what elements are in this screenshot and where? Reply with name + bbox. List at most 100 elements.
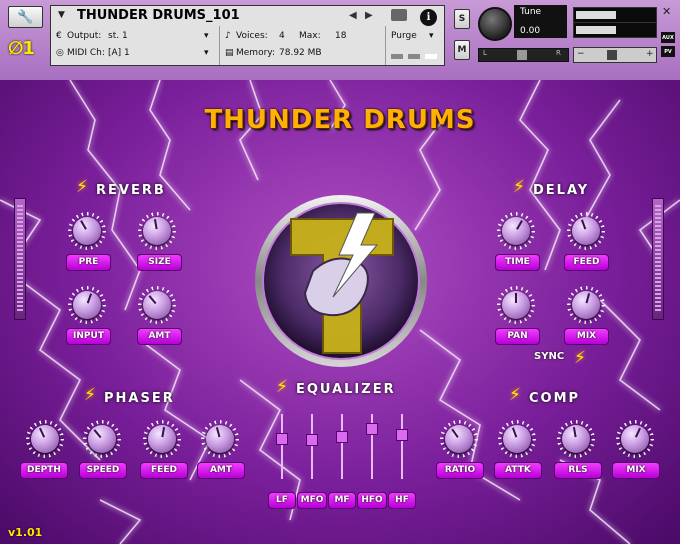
memory-value: 78.92 MB <box>279 48 322 58</box>
mute-button[interactable]: M <box>454 40 470 60</box>
eq-hfo-slider[interactable] <box>366 423 378 435</box>
chevron-down-icon[interactable]: ▾ <box>204 31 209 41</box>
delay-pan-knob[interactable] <box>497 286 535 324</box>
comp-mix-label: MIX <box>612 462 660 479</box>
voices-icon: ♪ <box>225 31 231 41</box>
wrench-icon[interactable]: 🔧 <box>8 6 43 28</box>
delay-feed-knob[interactable] <box>567 212 605 250</box>
chevron-down-icon[interactable]: ▾ <box>429 31 434 41</box>
chevron-down-icon[interactable]: ▾ <box>204 48 209 58</box>
eq-lf-track <box>281 414 283 479</box>
phaser-amt-label: AMT <box>197 462 245 479</box>
phaser-speed-label: SPEED <box>79 462 127 479</box>
reverb-size-knob[interactable] <box>138 212 176 250</box>
eq-hf-track <box>401 414 403 479</box>
volume-slider[interactable]: − + <box>573 47 657 63</box>
delay-title: DELAY <box>533 183 590 198</box>
volume-thumb[interactable] <box>607 50 617 60</box>
thunder-logo <box>255 195 427 367</box>
pan-right-label: R <box>556 49 561 57</box>
reverb-amt-knob[interactable] <box>138 286 176 324</box>
delay-mix-label: MIX <box>564 328 609 345</box>
instrument-info-panel: ▼ THUNDER DRUMS_101 ◀ ▶ i € Output: st. … <box>50 5 445 66</box>
phaser-depth-knob[interactable] <box>26 420 64 458</box>
reverb-size-label: SIZE <box>137 254 182 271</box>
purge-button[interactable]: Purge <box>391 31 417 41</box>
delay-time-knob[interactable] <box>497 212 535 250</box>
midi-label: MIDI Ch: <box>67 48 105 58</box>
collapse-arrow-icon[interactable]: ▼ <box>58 10 65 20</box>
output-label: Output: <box>67 31 102 41</box>
purge-indicator <box>391 54 403 59</box>
solo-button[interactable]: S <box>454 9 470 29</box>
volume-plus-label: + <box>646 49 654 59</box>
phaser-title: PHASER <box>104 391 175 406</box>
eq-mf-track <box>341 414 343 479</box>
eq-mf-label: MF <box>328 492 356 509</box>
comp-ratio-knob[interactable] <box>440 420 478 458</box>
level-meter-right <box>573 22 657 38</box>
max-label: Max: <box>299 31 321 41</box>
volume-minus-label: − <box>577 49 585 59</box>
tune-value[interactable]: 0.00 <box>520 26 540 36</box>
lightning-bolt-icon: ⚡ <box>76 177 88 197</box>
reverb-pre-knob[interactable] <box>68 212 106 250</box>
phaser-feed-knob[interactable] <box>143 420 181 458</box>
memory-label: Memory: <box>236 48 275 58</box>
aux-button[interactable]: AUX <box>661 32 675 43</box>
eq-mfo-slider[interactable] <box>306 434 318 446</box>
output-select[interactable]: st. 1 <box>108 31 128 41</box>
comp-mix-knob[interactable] <box>616 420 654 458</box>
sync-toggle-bolt-icon[interactable]: ⚡ <box>574 348 586 368</box>
tune-display: Tune 0.00 <box>514 5 567 38</box>
midi-icon: ◎ <box>56 48 64 58</box>
reverb-pre-label: PRE <box>66 254 111 271</box>
tune-knob[interactable] <box>478 7 512 41</box>
phaser-speed-knob[interactable] <box>83 420 121 458</box>
eq-hf-label: HF <box>388 492 416 509</box>
eq-lf-label: LF <box>268 492 296 509</box>
pan-thumb[interactable] <box>517 50 527 60</box>
equalizer-title: EQUALIZER <box>296 382 396 397</box>
eq-mfo-label: MFO <box>297 492 327 509</box>
tune-label: Tune <box>520 7 542 17</box>
phaser-amt-knob[interactable] <box>201 420 239 458</box>
delay-mix-knob[interactable] <box>567 286 605 324</box>
lightning-bolt-icon: ⚡ <box>513 177 525 197</box>
comp-attk-knob[interactable] <box>498 420 536 458</box>
eq-lf-slider[interactable] <box>276 433 288 445</box>
comp-rls-knob[interactable] <box>557 420 595 458</box>
lightning-bolt-icon: ⚡ <box>509 385 521 405</box>
next-instrument-icon[interactable]: ▶ <box>365 10 373 21</box>
purge-indicator <box>408 54 420 59</box>
max-voices-value[interactable]: 18 <box>335 31 346 41</box>
pan-left-label: L <box>483 49 487 57</box>
midi-select[interactable]: [A] 1 <box>108 48 130 58</box>
reverb-title: REVERB <box>96 183 166 198</box>
pan-slider[interactable]: L R <box>478 48 569 62</box>
close-icon[interactable]: ✕ <box>662 5 671 18</box>
sync-label: SYNC <box>534 351 565 362</box>
phaser-feed-label: FEED <box>140 462 188 479</box>
delay-pan-label: PAN <box>495 328 540 345</box>
camera-icon[interactable] <box>391 9 407 21</box>
left-output-meter <box>14 198 26 320</box>
comp-ratio-label: RATIO <box>436 462 484 479</box>
info-icon[interactable]: i <box>420 9 437 26</box>
reverb-amt-label: AMT <box>137 328 182 345</box>
eq-hf-slider[interactable] <box>396 429 408 441</box>
instrument-name[interactable]: THUNDER DRUMS_101 <box>77 8 240 23</box>
prev-instrument-icon[interactable]: ◀ <box>349 10 357 21</box>
level-meter-left <box>573 7 657 23</box>
output-icon: € <box>56 31 62 41</box>
instrument-title: THUNDER DRUMS <box>204 105 476 135</box>
purge-indicator <box>425 54 437 59</box>
right-output-meter <box>652 198 664 320</box>
eq-mf-slider[interactable] <box>336 431 348 443</box>
pv-button[interactable]: PV <box>661 46 675 57</box>
delay-time-label: TIME <box>495 254 540 271</box>
instrument-main-panel: THUNDER DRUMS ⚡ REVERB PRE SIZE INPUT AM… <box>0 80 680 544</box>
voices-label: Voices: <box>236 31 268 41</box>
reverb-input-knob[interactable] <box>68 286 106 324</box>
version-label: v1.01 <box>8 526 43 539</box>
